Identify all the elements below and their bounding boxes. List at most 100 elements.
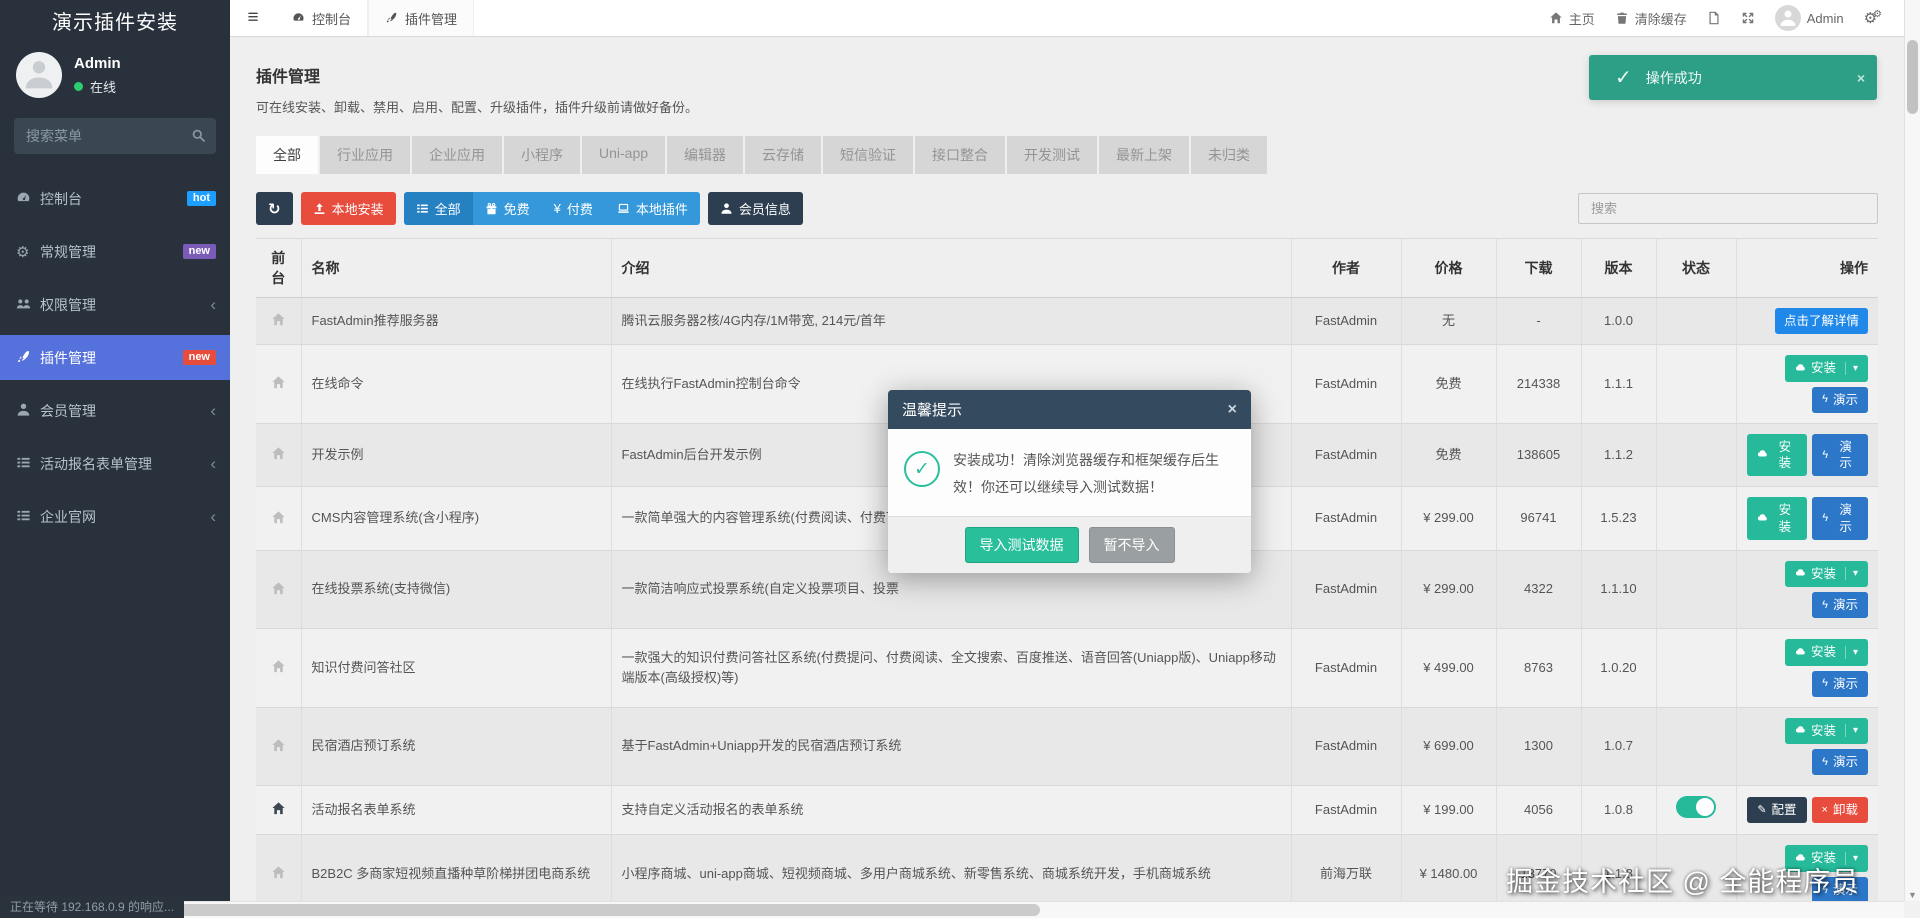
docs-button[interactable] xyxy=(1707,10,1721,26)
column-header-价格: 价格 xyxy=(1400,238,1496,298)
horizontal-scrollbar-thumb[interactable] xyxy=(180,904,1040,916)
category-tab-最新上架[interactable]: 最新上架 xyxy=(1099,136,1190,174)
sidebar-item-插件管理[interactable]: 插件管理 new xyxy=(0,335,230,380)
button-label: 演示 xyxy=(1832,755,1858,769)
install-dropdown-button[interactable]: 安装 ▾ xyxy=(1784,717,1868,744)
install-dropdown-button[interactable]: 安装 ▾ xyxy=(1784,560,1868,587)
button-label: 安装 xyxy=(1810,361,1836,376)
x-icon: × xyxy=(1821,804,1828,817)
member-info-button[interactable]: 会员信息 xyxy=(707,192,803,225)
filter-button-免费[interactable]: 免费 xyxy=(472,192,542,225)
demo-button[interactable]: ϟ 演示 xyxy=(1812,749,1868,776)
cell-price: 免费 xyxy=(1400,344,1496,424)
vertical-scrollbar[interactable]: ▼ xyxy=(1904,0,1920,901)
cell-actions: 安装 ▾ ϟ 演示 xyxy=(1735,707,1878,787)
scroll-down-arrow-icon[interactable]: ▼ xyxy=(1905,890,1920,900)
user-menu[interactable]: Admin xyxy=(1774,5,1844,31)
cloud-icon xyxy=(1757,448,1768,462)
filter-button-全部[interactable]: 全部 xyxy=(403,192,473,225)
cell-plugin-intro: 支持自定义活动报名的表单系统 xyxy=(610,785,1291,836)
lightning-icon: ϟ xyxy=(1822,448,1829,461)
cell-price: ¥ 299.00 xyxy=(1400,550,1496,630)
settings-cogs-icon[interactable]: ⚙⚙ xyxy=(1864,9,1882,27)
table-row: FastAdmin推荐服务器 腾讯云服务器2核/4G内存/1M带宽, 214元/首… xyxy=(256,297,1878,346)
cell-front xyxy=(256,344,301,424)
frontend-home-icon xyxy=(271,510,286,527)
cell-author: FastAdmin xyxy=(1290,707,1401,787)
toast-close-icon[interactable]: × xyxy=(1857,70,1865,86)
sidebar-item-活动报名表单管理[interactable]: 活动报名表单管理 ‹ xyxy=(0,441,230,486)
refresh-button[interactable]: ↻ xyxy=(256,192,293,225)
sidebar-item-企业官网[interactable]: 企业官网 ‹ xyxy=(0,494,230,539)
sidebar-item-常规管理[interactable]: ⚙ 常规管理 new xyxy=(0,229,230,274)
sidebar-item-权限管理[interactable]: 权限管理 ‹ xyxy=(0,282,230,327)
button-label: 安装 xyxy=(1810,723,1836,738)
frontend-home-icon xyxy=(271,581,286,598)
sidebar-item-控制台[interactable]: 控制台 hot xyxy=(0,176,230,221)
menu-search-input[interactable] xyxy=(14,118,216,154)
cell-author: FastAdmin xyxy=(1290,344,1401,424)
clear-cache-button[interactable]: 清除缓存 xyxy=(1615,9,1687,28)
plugin-search-input[interactable] xyxy=(1578,193,1878,224)
caret-down-icon[interactable]: ▾ xyxy=(1844,567,1858,581)
category-tab-开发测试[interactable]: 开发测试 xyxy=(1007,136,1098,174)
cell-downloads: 8763 xyxy=(1495,628,1581,708)
cell-price: ¥ 299.00 xyxy=(1400,486,1496,551)
config-button[interactable]: ✎ 配置 xyxy=(1747,797,1807,824)
cell-plugin-name: 民宿酒店预订系统 xyxy=(300,707,611,787)
install-button[interactable]: 安装 xyxy=(1746,433,1808,477)
filter-button-付费[interactable]: ¥ 付费 xyxy=(541,192,605,225)
install-button[interactable]: 安装 xyxy=(1746,497,1808,540)
filter-button-本地插件[interactable]: 本地插件 xyxy=(604,192,700,225)
category-tab-短信验证[interactable]: 短信验证 xyxy=(823,136,914,174)
category-tab-编辑器[interactable]: 编辑器 xyxy=(667,136,744,174)
import-testdata-button[interactable]: 导入测试数据 xyxy=(964,527,1079,564)
category-tab-行业应用[interactable]: 行业应用 xyxy=(320,136,410,174)
uninstall-button[interactable]: × 卸载 xyxy=(1811,797,1868,824)
sidebar-item-会员管理[interactable]: 会员管理 ‹ xyxy=(0,388,230,433)
topbar-home-link[interactable]: 主页 xyxy=(1549,9,1595,28)
caret-down-icon[interactable]: ▾ xyxy=(1844,361,1858,375)
category-tab-Uni-app[interactable]: Uni-app xyxy=(582,136,666,174)
cell-plugin-intro: 腾讯云服务器2核/4G内存/1M带宽, 214元/首年 xyxy=(610,297,1291,346)
category-tab-云存储[interactable]: 云存储 xyxy=(745,136,822,174)
modal-close-icon[interactable]: × xyxy=(1228,401,1237,419)
gear-icon: ⚙ xyxy=(16,243,30,261)
demo-button[interactable]: ϟ 演示 xyxy=(1812,433,1868,477)
cell-plugin-name: CMS内容管理系统(含小程序) xyxy=(300,486,611,551)
demo-button[interactable]: ϟ 演示 xyxy=(1812,592,1868,619)
category-tab-企业应用[interactable]: 企业应用 xyxy=(412,136,502,174)
category-tab-接口整合[interactable]: 接口整合 xyxy=(915,136,1006,174)
demo-button[interactable]: ϟ 演示 xyxy=(1812,386,1868,413)
gift-icon xyxy=(485,201,498,216)
status-toggle[interactable] xyxy=(1676,796,1716,819)
avatar xyxy=(1774,5,1801,31)
demo-button[interactable]: ϟ 演示 xyxy=(1812,670,1868,697)
install-dropdown-button[interactable]: 安装 ▾ xyxy=(1784,355,1868,382)
caret-down-icon[interactable]: ▾ xyxy=(1844,645,1858,659)
button-label: 配置 xyxy=(1771,803,1797,818)
fullscreen-button[interactable] xyxy=(1741,10,1755,26)
cell-version: 1.1.1 xyxy=(1580,344,1656,424)
lightning-icon: ϟ xyxy=(1822,598,1828,611)
detail-button[interactable]: 点击了解详情 xyxy=(1774,308,1868,335)
hamburger-icon[interactable]: ≡ xyxy=(230,0,276,36)
demo-button[interactable]: ϟ 演示 xyxy=(1812,497,1868,540)
cell-downloads: 96741 xyxy=(1495,486,1581,551)
cell-front xyxy=(256,707,301,787)
nav-tab-控制台[interactable]: 控制台 xyxy=(276,0,369,36)
cell-plugin-intro: 小程序商城、uni-app商城、短视频商城、多用户商城系统、新零售系统、商城系统… xyxy=(610,834,1291,901)
install-dropdown-button[interactable]: 安装 ▾ xyxy=(1784,639,1868,666)
skip-import-button[interactable]: 暂不导入 xyxy=(1088,527,1175,564)
chevron-left-icon: ‹ xyxy=(210,401,216,420)
horizontal-scrollbar[interactable] xyxy=(0,901,1904,918)
button-label: 安装 xyxy=(1778,503,1792,534)
category-tab-未归类[interactable]: 未归类 xyxy=(1191,136,1268,174)
category-tab-小程序[interactable]: 小程序 xyxy=(504,136,580,174)
cell-plugin-intro: 基于FastAdmin+Uniapp开发的民宿酒店预订系统 xyxy=(610,707,1291,787)
nav-tab-插件管理[interactable]: 插件管理 xyxy=(368,0,475,36)
category-tab-全部[interactable]: 全部 xyxy=(256,136,318,174)
local-install-button[interactable]: 本地安装 xyxy=(300,192,396,225)
caret-down-icon[interactable]: ▾ xyxy=(1844,724,1858,738)
vertical-scrollbar-thumb[interactable] xyxy=(1907,40,1918,114)
